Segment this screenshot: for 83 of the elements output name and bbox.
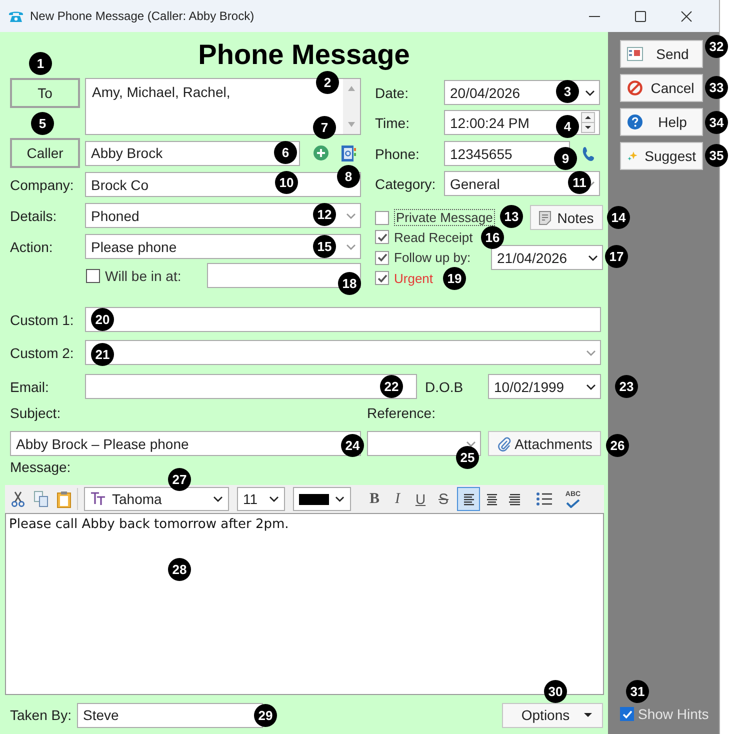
window-title: New Phone Message (Caller: Abby Brock) — [30, 9, 254, 23]
checkmark-icon — [376, 252, 388, 263]
callout-badge: 33 — [705, 76, 728, 99]
field-label: Custom 1: — [10, 312, 75, 328]
email-field[interactable] — [85, 374, 417, 399]
field-label: Date: — [375, 84, 410, 100]
cancel-button[interactable]: Cancel — [620, 74, 703, 102]
color-swatch — [299, 494, 330, 504]
checkbox[interactable] — [375, 271, 389, 285]
callout-badge: 32 — [705, 35, 728, 58]
help-button[interactable]: Help — [620, 108, 703, 136]
checkmark-icon — [622, 708, 632, 720]
checkbox-label[interactable]: Urgent — [394, 270, 434, 286]
caret-icon — [584, 713, 592, 717]
format-button[interactable]: U — [409, 487, 432, 511]
checkbox[interactable] — [375, 230, 389, 244]
field-label: Taken By: — [10, 707, 72, 723]
checkbox[interactable] — [375, 210, 389, 224]
text-field[interactable] — [85, 307, 601, 332]
field-label: Phone: — [375, 146, 420, 162]
checkmark-icon — [376, 232, 388, 242]
add-icon[interactable] — [313, 145, 329, 161]
form-icon — [627, 47, 643, 61]
field-label: Email: — [10, 378, 50, 394]
paperclip-icon — [496, 436, 511, 452]
align-right-icon — [508, 492, 520, 506]
field-label: Reference: — [367, 405, 436, 421]
date-picker[interactable]: 10/02/1999 — [488, 374, 601, 399]
spinner-icon[interactable] — [581, 112, 595, 133]
font-icon — [90, 492, 106, 506]
phone-icon — [8, 9, 24, 23]
checkbox[interactable] — [375, 250, 389, 264]
color-dropdown[interactable] — [293, 487, 351, 511]
phone-icon[interactable] — [582, 146, 596, 162]
to-button[interactable]: To — [10, 78, 80, 108]
suggest-button[interactable]: Suggest — [620, 142, 703, 170]
field-label: Category: — [375, 176, 437, 192]
options-button[interactable]: Options — [502, 702, 603, 728]
help-icon — [627, 114, 643, 130]
field-label: Subject: — [10, 405, 62, 421]
bullet-list-icon[interactable] — [536, 492, 552, 506]
address-book-icon[interactable] — [341, 144, 356, 162]
font-dropdown[interactable]: Tahoma — [84, 487, 229, 511]
size-dropdown[interactable]: 11 — [237, 487, 285, 511]
notepad-icon — [539, 210, 552, 224]
checkbox-label[interactable]: Private Message — [394, 209, 495, 226]
field-label: Action: — [10, 238, 54, 254]
field-label: Custom 2: — [10, 344, 75, 360]
field-label: Time: — [375, 114, 410, 130]
time-field[interactable] — [207, 263, 361, 288]
attachments-button[interactable]: Attachments — [488, 431, 601, 456]
checkmark-icon — [376, 272, 388, 284]
form-heading: Phone Message — [198, 39, 410, 71]
prohibited-icon — [627, 80, 643, 96]
format-button[interactable]: I — [386, 487, 409, 511]
checkbox-label[interactable]: Will be in at: — [105, 268, 182, 284]
field-label: Company: — [10, 176, 75, 192]
caller-button[interactable]: Caller — [10, 138, 80, 168]
scrollbar[interactable] — [343, 79, 360, 134]
format-button[interactable]: B — [363, 487, 386, 511]
send-button[interactable]: Send — [620, 40, 703, 68]
field-label: Details: — [10, 208, 58, 224]
align-center-icon — [486, 492, 498, 506]
callout-badge: 34 — [705, 111, 728, 134]
checkbox[interactable] — [86, 268, 100, 282]
field-label: D.O.B — [425, 378, 464, 394]
maximize-icon[interactable] — [634, 10, 646, 22]
checkbox-label[interactable]: Read Receipt — [394, 230, 473, 244]
clipboard-icon[interactable] — [57, 490, 71, 508]
checkbox-label[interactable]: Follow up by: — [394, 250, 471, 265]
align-left-button[interactable] — [457, 487, 480, 511]
align-left-icon — [462, 492, 474, 506]
checkmark-icon — [566, 498, 580, 508]
checkbox[interactable] — [620, 707, 634, 721]
field-label: Message: — [10, 459, 71, 475]
format-button[interactable]: S — [432, 487, 455, 511]
callout-badge: 35 — [705, 144, 728, 167]
copy-icon[interactable] — [34, 491, 49, 507]
cut-icon[interactable] — [10, 491, 26, 507]
date-picker[interactable]: 21/04/2026 — [491, 245, 603, 270]
close-icon[interactable] — [680, 10, 692, 22]
notes-button[interactable]: Notes — [530, 205, 603, 230]
dropdown[interactable] — [85, 340, 601, 365]
